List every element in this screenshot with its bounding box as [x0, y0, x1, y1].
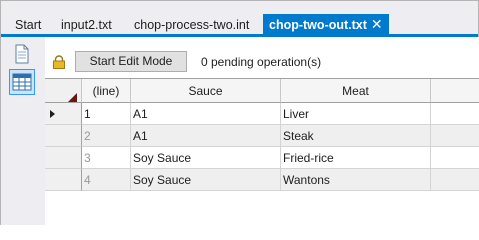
- start-edit-mode-button[interactable]: Start Edit Mode: [75, 51, 187, 72]
- lock-icon: [53, 55, 65, 69]
- row-header[interactable]: [45, 103, 82, 125]
- grid-toolbar: Start Edit Mode 0 pending operation(s): [45, 37, 479, 77]
- document-tab-strip: Start input2.txt chop-process-two.int ch…: [1, 1, 478, 37]
- grid-corner-header[interactable]: [45, 79, 82, 103]
- tab-chop-two-out-txt[interactable]: chop-two-out.txt ✕: [263, 14, 389, 35]
- row-header[interactable]: [45, 169, 82, 191]
- close-icon[interactable]: ✕: [371, 16, 383, 32]
- tab-input2-txt[interactable]: input2.txt: [61, 15, 112, 35]
- row-filler: [431, 103, 479, 125]
- cell-line[interactable]: 4: [82, 169, 131, 191]
- column-header-meat[interactable]: Meat: [281, 79, 431, 103]
- cell-sauce[interactable]: A1: [131, 103, 281, 125]
- tab-label: input2.txt: [61, 18, 112, 32]
- tab-start[interactable]: Start: [15, 15, 41, 35]
- cell-line[interactable]: 1: [82, 103, 131, 125]
- cell-meat[interactable]: Fried-rice: [281, 147, 431, 169]
- column-header-filler: [431, 79, 479, 103]
- pending-operations-status: 0 pending operation(s): [201, 55, 322, 69]
- corner-marker-icon: [68, 93, 77, 102]
- current-row-arrow-icon: [50, 110, 55, 118]
- data-grid[interactable]: (line) Sauce Meat 1 A1 Liver 2 A1 Steak …: [45, 78, 479, 225]
- column-header-sauce[interactable]: Sauce: [131, 79, 281, 103]
- cell-line[interactable]: 3: [82, 147, 131, 169]
- row-filler: [431, 169, 479, 191]
- cell-sauce[interactable]: Soy Sauce: [131, 169, 281, 191]
- row-filler: [431, 147, 479, 169]
- cell-line[interactable]: 2: [82, 125, 131, 147]
- tab-label: chop-process-two.int: [134, 18, 250, 32]
- cell-meat[interactable]: Liver: [281, 103, 431, 125]
- cell-meat[interactable]: Wantons: [281, 169, 431, 191]
- tab-label: chop-two-out.txt: [269, 18, 367, 32]
- grid-view-panel: Start Edit Mode 0 pending operation(s) (…: [45, 37, 479, 225]
- row-filler: [431, 125, 479, 147]
- tab-chop-process-two-int[interactable]: chop-process-two.int: [134, 15, 249, 35]
- document-icon: [15, 44, 29, 64]
- column-header-line[interactable]: (line): [82, 79, 131, 103]
- editor-window: Start input2.txt chop-process-two.int ch…: [0, 0, 479, 225]
- cell-meat[interactable]: Steak: [281, 125, 431, 147]
- grid-view-button[interactable]: [9, 69, 35, 95]
- text-view-button[interactable]: [9, 41, 35, 67]
- table-grid-icon: [12, 73, 32, 91]
- tab-label: Start: [15, 18, 42, 32]
- row-header[interactable]: [45, 147, 82, 169]
- cell-sauce[interactable]: Soy Sauce: [131, 147, 281, 169]
- cell-sauce[interactable]: A1: [131, 125, 281, 147]
- row-header[interactable]: [45, 125, 82, 147]
- view-mode-rail: [1, 37, 45, 225]
